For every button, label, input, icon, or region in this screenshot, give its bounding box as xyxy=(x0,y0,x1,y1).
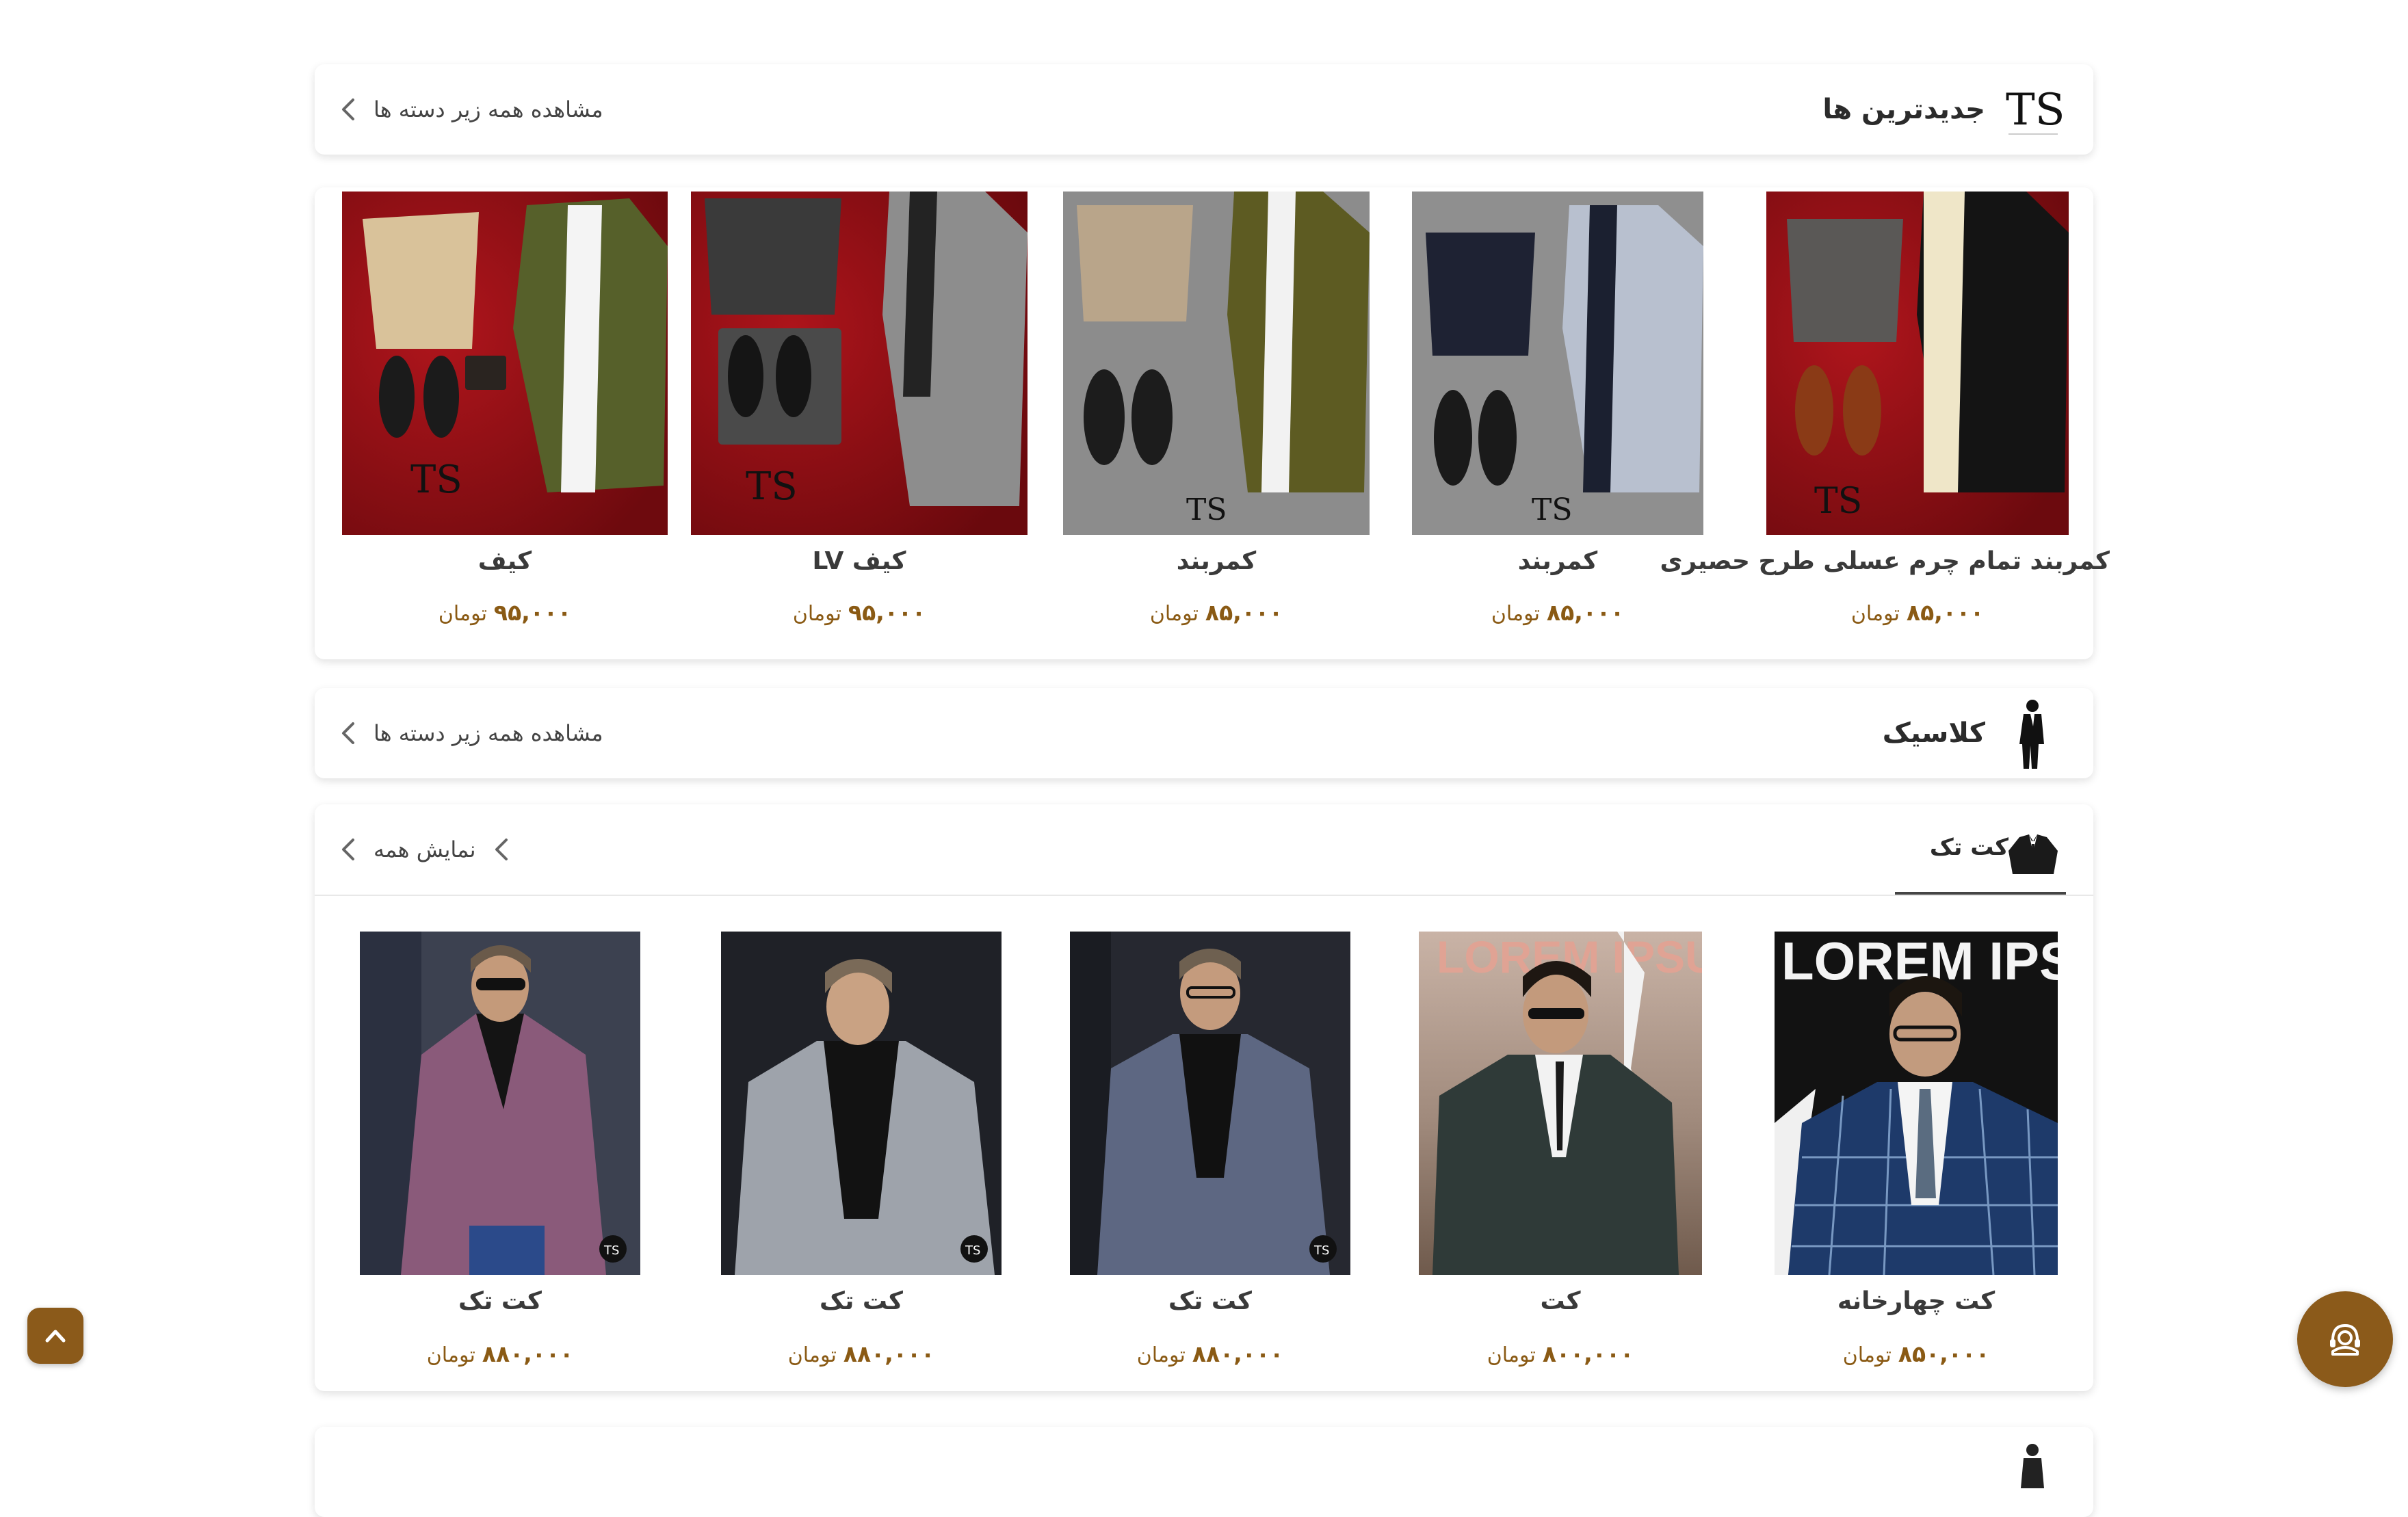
newest-view-all-link[interactable]: مشاهده همه زیر دسته ها xyxy=(338,64,603,155)
back-to-top-button[interactable] xyxy=(27,1308,83,1364)
product-name[interactable]: کمربند تمام چرم عسلی طرح حصیری xyxy=(1660,547,2110,575)
product-price: ۸۸۰,۰۰۰تومان xyxy=(426,1341,574,1367)
svg-text:TS: TS xyxy=(1532,492,1573,527)
product-name[interactable]: کت تک xyxy=(1029,1287,1391,1315)
jackets-show-all-link[interactable]: نمایش همه xyxy=(338,804,512,895)
product-image[interactable]: TS xyxy=(691,192,1028,535)
tab-single-jacket[interactable]: کت تک xyxy=(1895,804,2066,895)
product-price: ۹۵,۰۰۰تومان xyxy=(792,599,926,626)
tab-label: کت تک xyxy=(1929,834,2008,861)
svg-text:TS: TS xyxy=(410,458,462,502)
product-name[interactable]: کت تک xyxy=(319,1287,681,1315)
chevron-left-icon xyxy=(342,98,354,120)
product-price: ۸۵۰,۰۰۰تومان xyxy=(1842,1341,1990,1367)
product-image[interactable]: LOREM IPSUM xyxy=(1419,932,1702,1275)
product-price: ۸۵,۰۰۰تومان xyxy=(1491,599,1625,626)
product-price: ۹۵,۰۰۰تومان xyxy=(438,599,572,626)
product-price: ۸۸۰,۰۰۰تومان xyxy=(1136,1341,1284,1367)
product-image[interactable]: TS xyxy=(342,192,668,535)
product-image[interactable]: TS xyxy=(1063,192,1370,535)
newest-view-all-label: مشاهده همه زیر دسته ها xyxy=(374,96,603,122)
support-button[interactable] xyxy=(2297,1291,2393,1387)
product-name[interactable]: کت چهارخانه xyxy=(1733,1287,2099,1315)
product-price: ۸۵,۰۰۰تومان xyxy=(1850,599,1985,626)
man-in-suit-icon xyxy=(2019,700,2044,769)
svg-text:TS: TS xyxy=(1313,1243,1329,1258)
svg-text:TS: TS xyxy=(746,464,798,509)
product-name[interactable]: کت xyxy=(1378,1287,1743,1315)
svg-text:TS: TS xyxy=(1814,481,1862,522)
product-price: ۸۰۰,۰۰۰تومان xyxy=(1487,1341,1634,1367)
newest-section-title: جدیدترین ها xyxy=(1822,94,1985,125)
svg-text:TS: TS xyxy=(1186,492,1227,527)
chevron-left-icon xyxy=(342,839,354,860)
chevron-up-icon xyxy=(45,1330,66,1343)
jackets-products-row: TS کت تک ۸۸۰,۰۰۰تومان TS کت تک ۸۸۰,۰۰۰تو… xyxy=(315,932,2093,1383)
newest-products-row: TS کیف ۹۵,۰۰۰تومان TS کیف LV ۹۵,۰۰۰تومان xyxy=(315,192,2110,657)
product-name[interactable]: کیف LV xyxy=(650,547,1069,575)
classic-view-all-label: مشاهده همه زیر دسته ها xyxy=(374,720,603,746)
product-image[interactable]: TS xyxy=(1070,932,1350,1275)
product-image[interactable]: TS xyxy=(1766,192,2069,535)
ts-logo-icon: TS xyxy=(2006,85,2063,135)
svg-text:TS: TS xyxy=(965,1243,980,1258)
product-name[interactable]: کیف xyxy=(301,547,709,575)
product-name[interactable]: کت تک xyxy=(680,1287,1043,1315)
product-name[interactable]: کمربند xyxy=(1022,547,1411,575)
product-price: ۸۸۰,۰۰۰تومان xyxy=(787,1341,935,1367)
classic-section-title: کلاسیک xyxy=(1882,717,1985,749)
chevron-left-icon xyxy=(342,722,354,744)
newest-section-header: TS جدیدترین ها مشاهده همه زیر دسته ها xyxy=(315,64,2093,155)
product-price: ۸۵,۰۰۰تومان xyxy=(1149,599,1283,626)
next-section-header xyxy=(315,1427,2093,1517)
show-all-label: نمایش همه xyxy=(374,836,476,862)
svg-text:TS: TS xyxy=(603,1243,619,1258)
man-icon xyxy=(2021,1444,2044,1488)
product-image[interactable]: LOREM IPSUM xyxy=(1775,932,2058,1275)
tabs-divider xyxy=(315,895,2093,896)
product-image[interactable]: TS xyxy=(721,932,1002,1275)
chevron-left-icon xyxy=(495,839,508,860)
product-image[interactable]: TS xyxy=(360,932,640,1275)
classic-view-all-link[interactable]: مشاهده همه زیر دسته ها xyxy=(338,688,603,778)
svg-text:TS: TS xyxy=(2006,85,2063,135)
headset-icon xyxy=(2330,1323,2360,1356)
product-image[interactable]: TS xyxy=(1412,192,1703,535)
classic-section-header: کلاسیک مشاهده همه زیر دسته ها xyxy=(315,688,2093,778)
jacket-icon xyxy=(2008,834,2058,874)
